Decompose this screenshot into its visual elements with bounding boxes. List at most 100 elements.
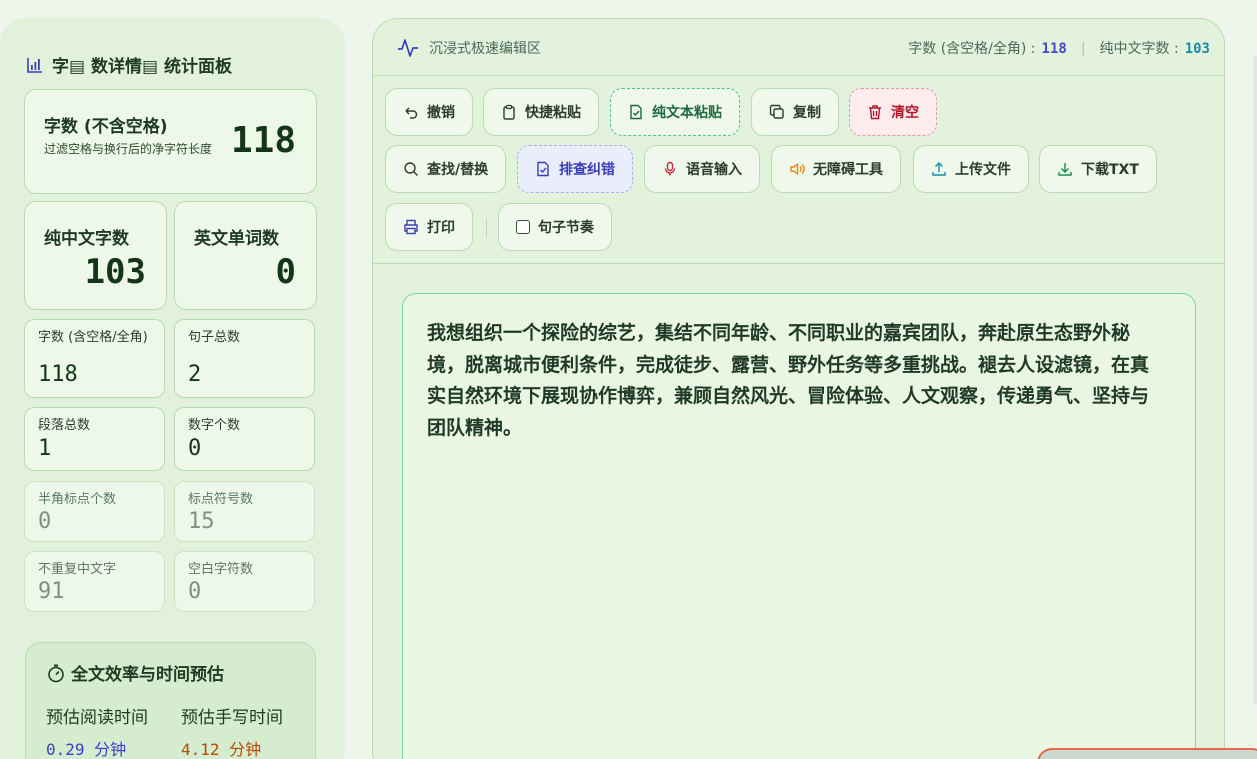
stat-card-unique-chinese: 不重复中文字 91: [24, 551, 165, 612]
accessibility-label: 无障碍工具: [813, 162, 883, 178]
total-chars-label: 字数 (不含空格): [44, 117, 168, 137]
clear-button[interactable]: 清空: [849, 88, 937, 136]
search-icon: [404, 162, 418, 176]
print-label: 打印: [427, 220, 455, 236]
chinese-chars-value: 103: [84, 252, 146, 292]
editor-header: 沉浸式极速编辑区 字数 (含空格/全角) : 118 | 纯中文字数 : 103: [373, 19, 1224, 76]
proofread-button[interactable]: 排查纠错: [517, 145, 633, 193]
activity-pulse-icon: [398, 39, 418, 57]
editor-panel: 沉浸式极速编辑区 字数 (含空格/全角) : 118 | 纯中文字数 : 103…: [372, 18, 1225, 759]
voice-input-button[interactable]: 语音输入: [644, 145, 760, 193]
counter-label-chinese: 纯中文字数 :: [1099, 41, 1179, 57]
undo-icon: [405, 107, 418, 119]
read-time-value: 0.29 分钟: [46, 736, 126, 759]
trash-icon: [869, 105, 881, 120]
stat-card-value: 91: [38, 579, 65, 604]
clipboard-icon: [503, 104, 515, 120]
stat-card-value: 118: [38, 362, 78, 387]
print-button[interactable]: 打印: [385, 203, 473, 251]
chinese-chars-card: 纯中文字数 103: [24, 201, 167, 310]
editor-mode: 沉浸式极速编辑区: [397, 37, 541, 59]
upload-label: 上传文件: [955, 162, 1011, 178]
total-chars-card: 字数 (不含空格) 过滤空格与换行后的净字符长度 118: [24, 89, 317, 194]
file-check-icon: [630, 104, 642, 120]
plain-paste-label: 纯文本粘贴: [652, 105, 722, 121]
read-time-number: 0.29: [46, 740, 85, 759]
toolbar-divider: [486, 218, 487, 238]
stat-card-label: 句子总数: [188, 330, 241, 345]
stat-card-paragraphs: 段落总数 1: [24, 407, 165, 471]
download-label: 下载TXT: [1081, 162, 1139, 178]
editor-mode-label: 沉浸式极速编辑区: [429, 41, 541, 57]
stat-card-value: 0: [38, 509, 52, 534]
quick-paste-button[interactable]: 快捷粘贴: [483, 88, 599, 136]
english-words-label: 英文单词数: [194, 229, 279, 249]
undo-button[interactable]: 撤销: [385, 88, 473, 136]
stat-card-sentences: 句子总数 2: [174, 319, 315, 398]
stat-card-punct: 标点符号数 15: [174, 481, 315, 542]
stopwatch-icon: [48, 664, 64, 682]
english-words-value: 0: [275, 252, 296, 292]
download-button[interactable]: 下载TXT: [1039, 145, 1157, 193]
stat-card-label: 半角标点个数: [38, 492, 117, 507]
upload-button[interactable]: 上传文件: [913, 145, 1029, 193]
write-time-label: 预估手写时间: [181, 708, 283, 728]
quick-paste-label: 快捷粘贴: [525, 105, 581, 121]
stat-card-chars-with-space: 字数 (含空格/全角) 118: [24, 319, 165, 398]
stat-card-label: 标点符号数: [188, 492, 254, 507]
stat-card-digits: 数字个数 0: [174, 407, 315, 471]
file-check-icon: [537, 161, 549, 177]
total-chars-desc: 过滤空格与换行后的净字符长度: [44, 142, 213, 156]
stat-card-label: 不重复中文字: [38, 562, 117, 577]
read-time-unit: 分钟: [94, 740, 127, 759]
efficiency-title-text: 全文效率与时间预估: [71, 665, 224, 685]
chinese-chars-label: 纯中文字数: [44, 229, 129, 249]
stat-card-whitespace: 空白字符数 0: [174, 551, 315, 612]
plain-paste-button[interactable]: 纯文本粘贴: [610, 88, 740, 136]
write-time-value: 4.12 分钟: [181, 736, 261, 759]
copy-button[interactable]: 复制: [751, 88, 839, 136]
efficiency-card: 全文效率与时间预估 预估阅读时间 预估手写时间 0.29 分钟 4.12 分钟: [25, 642, 316, 759]
write-time-number: 4.12: [181, 740, 220, 759]
copy-icon: [769, 104, 784, 119]
total-chars-value: 118: [230, 120, 296, 161]
editor-content[interactable]: 我想组织一个探险的综艺，集结不同年龄、不同职业的嘉宾团队，奔赴原生态野外秘境，脱…: [427, 318, 1167, 444]
stat-card-value: 15: [188, 509, 215, 534]
sentence-rhythm-toggle[interactable]: 句子节奏: [498, 203, 612, 251]
download-icon: [1058, 163, 1072, 176]
efficiency-title: 全文效率与时间预估: [46, 660, 224, 685]
stat-card-half-punct: 半角标点个数 0: [24, 481, 165, 542]
clear-label: 清空: [891, 105, 919, 121]
stat-card-value: 1: [38, 436, 52, 461]
undo-label: 撤销: [427, 105, 455, 121]
accessibility-button[interactable]: 无障碍工具: [771, 145, 901, 193]
stat-card-value: 2: [188, 362, 202, 387]
editor-counter: 字数 (含空格/全角) : 118 | 纯中文字数 : 103: [908, 38, 1210, 58]
sentence-rhythm-label: 句子节奏: [538, 220, 594, 236]
counter-value-chinese: 103: [1184, 41, 1210, 57]
stats-panel-title-text: 字▤ 数详情▤ 统计面板: [52, 57, 232, 77]
stat-card-value: 0: [188, 579, 202, 604]
sentence-rhythm-checkbox[interactable]: [516, 220, 530, 234]
page-scrollbar[interactable]: [1253, 55, 1257, 705]
english-words-card: 英文单词数 0: [174, 201, 317, 310]
copy-label: 复制: [793, 105, 821, 121]
toolbar-divider-line: [373, 263, 1224, 264]
write-time-unit: 分钟: [229, 740, 262, 759]
counter-label-total: 字数 (含空格/全角) :: [908, 41, 1036, 57]
speaker-icon: [790, 163, 805, 175]
stat-card-label: 段落总数: [38, 418, 91, 433]
microphone-icon: [664, 161, 676, 176]
stat-card-label: 数字个数: [188, 418, 241, 433]
find-replace-button[interactable]: 查找/替换: [385, 145, 507, 193]
bar-chart-icon: [27, 57, 42, 73]
stat-card-label: 空白字符数: [188, 562, 254, 577]
printer-icon: [404, 219, 418, 235]
find-replace-label: 查找/替换: [427, 162, 489, 178]
stat-card-label: 字数 (含空格/全角): [38, 330, 148, 345]
floating-widget[interactable]: [1037, 748, 1257, 759]
text-editor[interactable]: 我想组织一个探险的综艺，集结不同年龄、不同职业的嘉宾团队，奔赴原生态野外秘境，脱…: [402, 293, 1196, 759]
stat-card-value: 0: [188, 436, 202, 461]
voice-input-label: 语音输入: [686, 162, 742, 178]
read-time-label: 预估阅读时间: [46, 708, 148, 728]
